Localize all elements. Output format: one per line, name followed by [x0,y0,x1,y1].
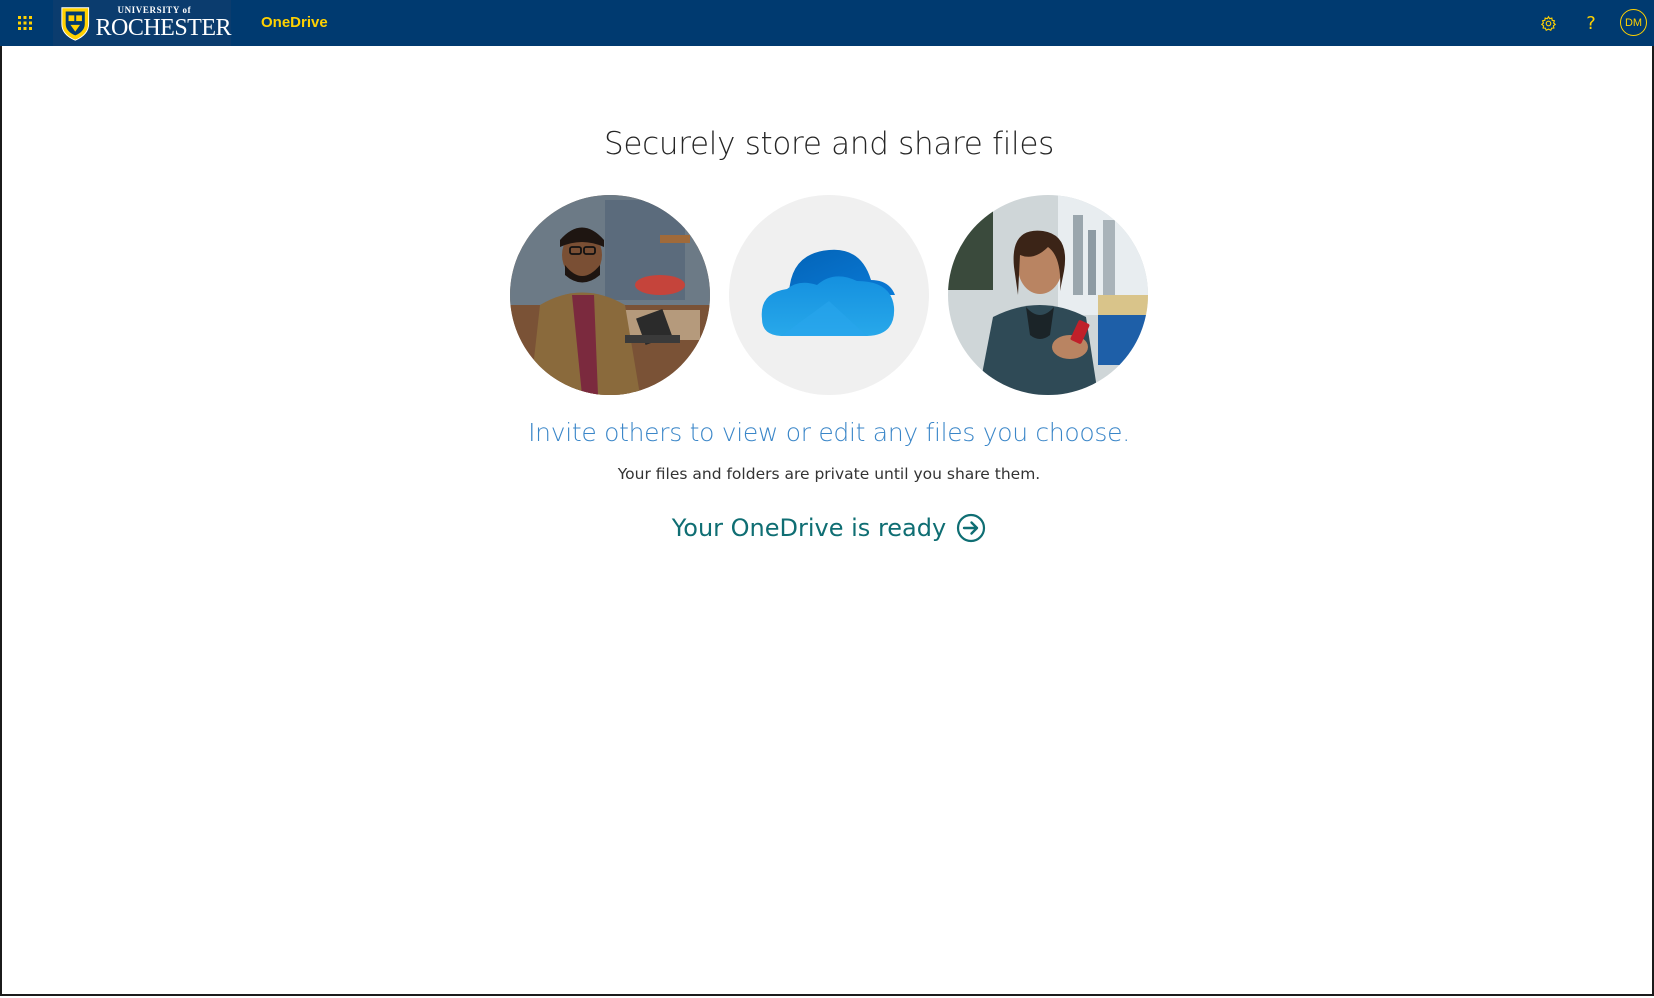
university-logo[interactable]: UNIVERSITY of ROCHESTER [53,0,231,46]
invite-subheadline: Invite others to view or edit any files … [528,418,1130,447]
woman-with-phone-photo [948,195,1148,395]
onedrive-cloud-logo [729,195,929,395]
app-name-link[interactable]: OneDrive [261,0,328,46]
brand-big-text: ROCHESTER [95,15,231,41]
privacy-description: Your files and folders are private until… [617,465,1041,483]
man-working-photo [510,195,710,395]
avatar[interactable]: DM [1620,9,1647,36]
arrow-right-circle-icon [957,513,986,543]
app-launcher-icon[interactable] [0,0,50,46]
brand-small-text: UNIVERSITY of [117,5,192,15]
help-icon[interactable]: ? [1571,0,1611,46]
suite-bar: UNIVERSITY of ROCHESTER OneDrive ? DM [0,0,1654,46]
university-seal-icon [61,7,90,41]
gear-icon[interactable] [1528,0,1568,46]
onedrive-ready-label: Your OneDrive is ready [671,514,947,542]
page-title: Securely store and share files [604,126,1054,162]
onedrive-ready-button[interactable]: Your OneDrive is ready [0,513,1654,543]
